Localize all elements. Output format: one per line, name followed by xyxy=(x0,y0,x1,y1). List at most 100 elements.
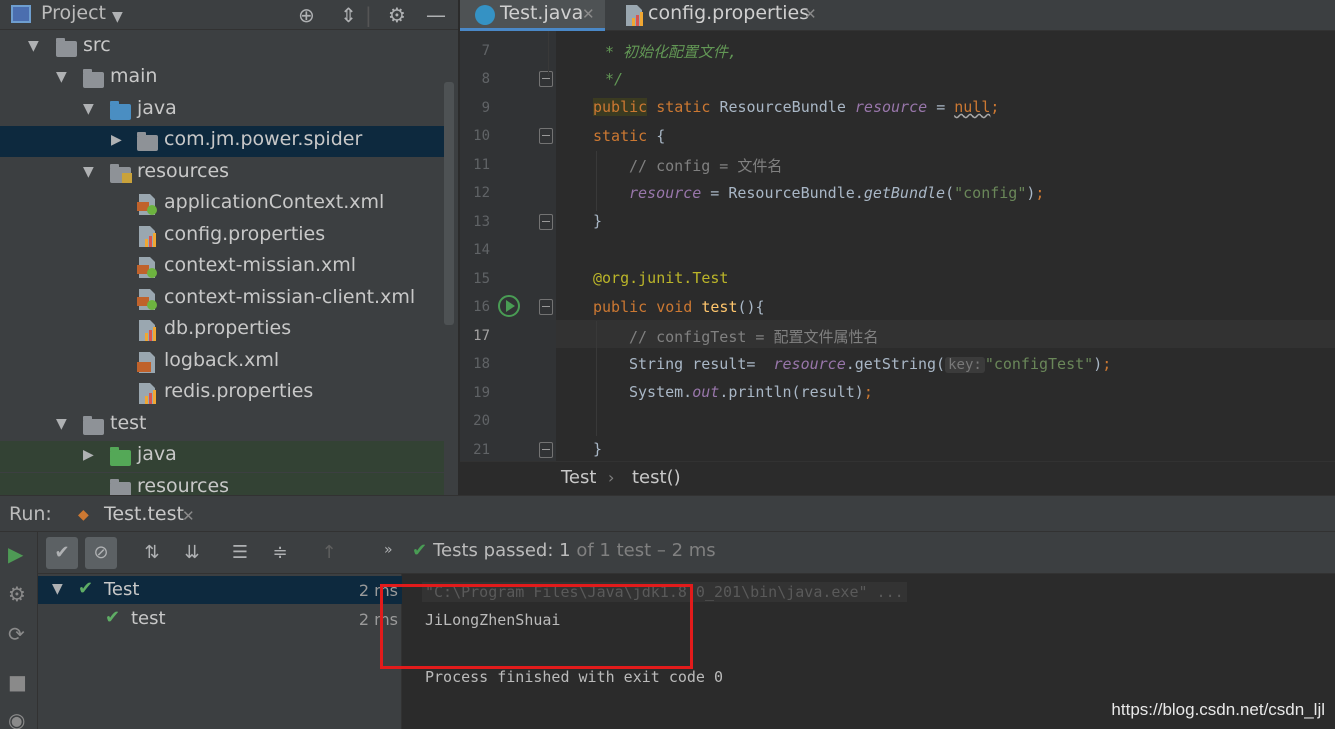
tree-item-file[interactable]: redis.properties xyxy=(0,378,444,409)
expanded-arrow-icon[interactable]: ▼ xyxy=(52,581,63,597)
test-row-class[interactable]: ▼ ✔ Test 2 ms xyxy=(38,576,402,604)
folder-icon xyxy=(83,69,104,88)
properties-file-icon xyxy=(139,320,156,341)
line-number: 12 xyxy=(473,185,490,201)
run-toolbar: ✔ ⊘ ⇅ ⇊ ☰ ≑ ↑ » ✔ Tests passed: 1 of 1 te… xyxy=(38,532,1335,574)
sort-by-duration-icon[interactable]: ⇊ xyxy=(176,537,208,569)
expanded-arrow-icon[interactable]: ▼ xyxy=(83,164,94,180)
rerun-icon[interactable]: ▶ xyxy=(8,542,23,566)
tree-item-package[interactable]: ▶ com.jm.power.spider xyxy=(0,126,444,157)
test-row-method[interactable]: ✔ test 2 ms xyxy=(38,605,402,633)
tree-item-label: com.jm.power.spider xyxy=(164,128,363,150)
line-number: 13 xyxy=(473,214,490,230)
tree-item-test-java[interactable]: ▶ java xyxy=(0,441,444,472)
chevron-down-icon[interactable]: ▼ xyxy=(112,9,123,25)
tree-item-file[interactable]: context-missian.xml xyxy=(0,252,444,283)
close-icon[interactable]: ✕ xyxy=(582,5,595,23)
close-icon[interactable]: ✕ xyxy=(804,5,817,23)
camera-icon[interactable]: ◉ xyxy=(8,708,25,729)
tree-item-file[interactable]: logback.xml xyxy=(0,347,444,378)
breadcrumb-class[interactable]: Test xyxy=(561,467,596,488)
project-panel: Project ▼ ⊕ ⇕ | ⚙ — ▼ src ▼ main ▼ java … xyxy=(0,0,458,495)
code-editor[interactable]: 7 8 9 10 11 12 13 14 15 16 17 18 19 20 2… xyxy=(460,31,1335,461)
tree-item-test[interactable]: ▼ test xyxy=(0,410,444,441)
test-name: test xyxy=(131,608,166,629)
code-brace: { xyxy=(656,127,666,145)
fold-marker-icon[interactable] xyxy=(539,299,553,315)
status-suffix: of 1 test – 2 ms xyxy=(576,540,716,561)
collapse-all-icon[interactable]: ⇕ xyxy=(340,3,357,27)
gear-icon[interactable]: ⚙ xyxy=(388,3,406,27)
tree-item-label: config.properties xyxy=(164,223,326,245)
tree-item-main[interactable]: ▼ main xyxy=(0,63,444,94)
status-prefix: Tests passed: xyxy=(433,540,554,561)
fold-marker-icon[interactable] xyxy=(539,128,553,144)
collapsed-arrow-icon[interactable]: ▶ xyxy=(111,132,122,148)
code-text: (){ xyxy=(737,298,765,316)
line-number: 10 xyxy=(473,128,490,144)
test-results-tree: ▼ ✔ Test 2 ms ✔ test 2 ms xyxy=(38,574,402,729)
tree-item-file[interactable]: applicationContext.xml xyxy=(0,189,444,220)
code-method: getBundle xyxy=(863,184,946,202)
code-keyword: static xyxy=(593,127,648,145)
sort-alphabetically-icon[interactable]: ⇅ xyxy=(136,537,168,569)
breadcrumb-method[interactable]: test() xyxy=(632,467,681,488)
code-semicolon: ; xyxy=(1035,184,1045,202)
check-icon: ✔ xyxy=(105,607,121,628)
show-passed-icon[interactable]: ✔ xyxy=(46,537,78,569)
run-config-tab[interactable]: ◆ Test.test ✕ xyxy=(64,496,210,533)
expanded-arrow-icon[interactable]: ▼ xyxy=(56,69,67,85)
run-config-icon: ◆ xyxy=(78,507,89,523)
folder-icon xyxy=(56,38,77,57)
code-line-17: // configTest = 配置文件属性名 xyxy=(629,328,879,346)
code-line-21: } xyxy=(593,440,603,458)
properties-file-icon xyxy=(139,226,156,247)
fold-marker-icon[interactable] xyxy=(539,442,553,458)
collapse-all-icon[interactable]: ≑ xyxy=(264,537,296,569)
tab-label: config.properties xyxy=(648,2,810,24)
expanded-arrow-icon[interactable]: ▼ xyxy=(83,101,94,117)
toggle-auto-test-icon[interactable]: ⟳ xyxy=(8,622,25,646)
expand-all-icon[interactable]: ☰ xyxy=(224,537,256,569)
tree-item-file[interactable]: context-missian-client.xml xyxy=(0,284,444,315)
code-paren: ( xyxy=(945,184,955,202)
collapsed-arrow-icon[interactable]: ▶ xyxy=(83,447,94,463)
code-text: .getString( xyxy=(845,355,946,373)
show-ignored-icon[interactable]: ⊘ xyxy=(85,537,117,569)
tree-item-test-resources[interactable]: resources xyxy=(0,473,444,495)
tree-item-label: logback.xml xyxy=(164,349,280,371)
parameter-hint: key: xyxy=(945,357,985,373)
code-line-16: public void test(){ xyxy=(593,298,765,316)
fold-marker-icon[interactable] xyxy=(539,214,553,230)
spring-xml-file-icon xyxy=(137,194,157,215)
tree-item-file[interactable]: config.properties xyxy=(0,221,444,252)
tree-item-label: resources xyxy=(137,160,230,182)
tab-config-properties[interactable]: config.properties ✕ xyxy=(610,0,830,31)
close-icon[interactable]: ✕ xyxy=(182,507,195,525)
fold-marker-icon[interactable] xyxy=(539,71,553,87)
debug-icon[interactable]: ⚙ xyxy=(8,582,26,606)
locate-target-icon[interactable]: ⊕ xyxy=(298,3,315,27)
console-exit-line: Process finished with exit code 0 xyxy=(425,668,724,686)
tree-item-label: applicationContext.xml xyxy=(164,191,385,213)
project-scrollbar[interactable] xyxy=(444,82,454,325)
expanded-arrow-icon[interactable]: ▼ xyxy=(28,38,39,54)
tree-item-label: src xyxy=(83,34,111,56)
tree-item-java-sources[interactable]: ▼ java xyxy=(0,95,444,126)
previous-failed-icon[interactable]: ↑ xyxy=(313,537,345,569)
line-number: 14 xyxy=(473,242,490,258)
run-test-gutter-icon[interactable] xyxy=(498,295,520,317)
project-panel-title[interactable]: Project xyxy=(41,2,106,24)
tab-test-java[interactable]: Test.java ✕ xyxy=(460,0,605,31)
stop-icon[interactable]: ■ xyxy=(8,670,27,694)
more-actions-icon[interactable]: » xyxy=(384,542,393,558)
expanded-arrow-icon[interactable]: ▼ xyxy=(56,416,67,432)
status-count: 1 xyxy=(559,540,571,561)
code-line-19: System.out.println(result); xyxy=(629,383,873,401)
minimize-icon[interactable]: — xyxy=(426,3,446,27)
tree-item-src[interactable]: ▼ src xyxy=(0,32,444,63)
code-keyword-null: null xyxy=(954,98,991,116)
tree-item-file[interactable]: db.properties xyxy=(0,315,444,346)
tree-item-resources[interactable]: ▼ resources xyxy=(0,158,444,189)
tree-item-label: test xyxy=(110,412,147,434)
